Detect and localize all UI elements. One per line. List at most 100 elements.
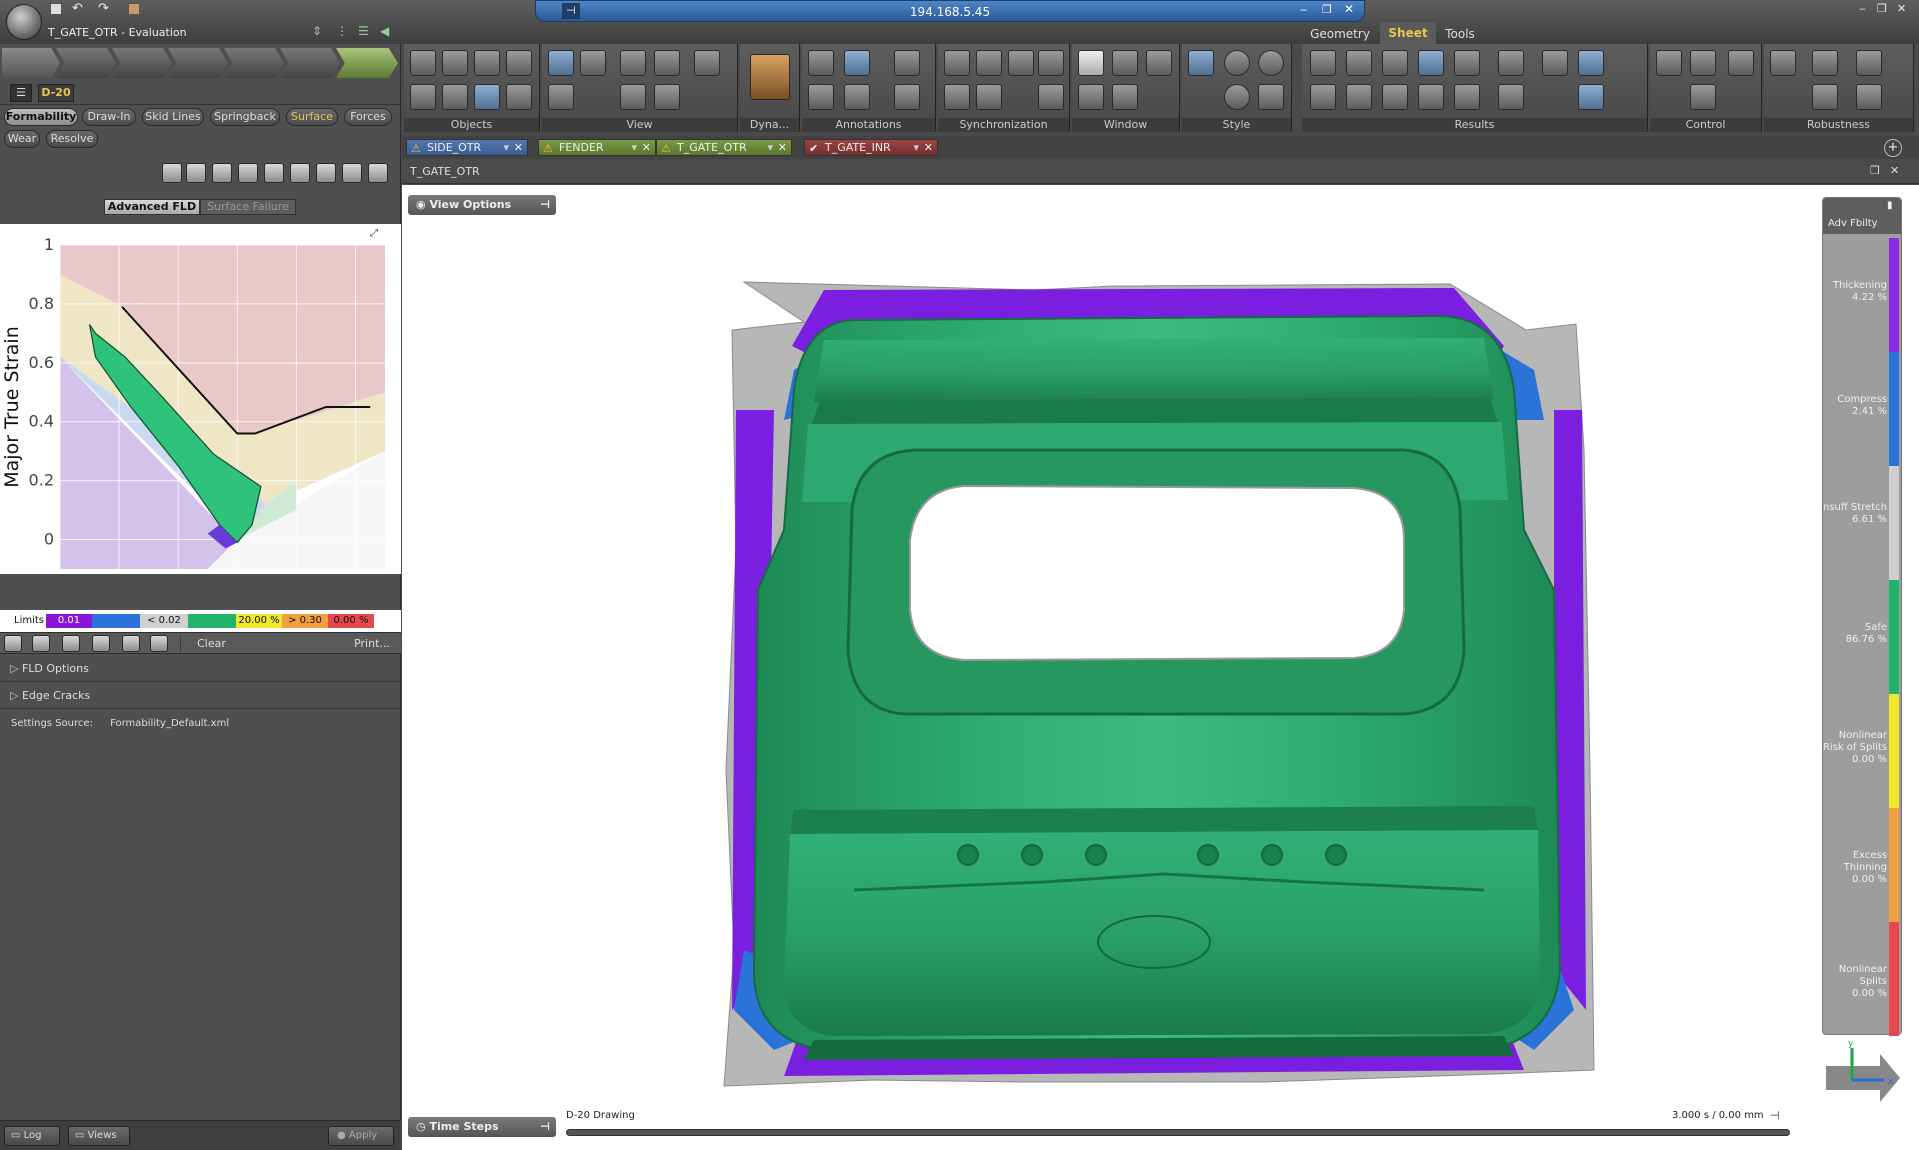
save-icon[interactable]: [50, 3, 62, 15]
part-model[interactable]: [624, 250, 1674, 1110]
control-tool-1[interactable]: [1656, 50, 1682, 76]
window-tool-3[interactable]: [1146, 50, 1172, 76]
minimize-icon[interactable]: ‒: [1300, 3, 1307, 16]
chain-step-1[interactable]: [2, 48, 60, 78]
undo-icon[interactable]: ↶: [72, 1, 83, 16]
view-tool-5[interactable]: [694, 50, 720, 76]
sync-tool-7[interactable]: [1038, 84, 1064, 110]
fld-tool-2-icon[interactable]: [186, 163, 206, 183]
pin-icon[interactable]: ⊣: [540, 1117, 550, 1137]
annot-tool-3[interactable]: [894, 50, 920, 76]
clear-button[interactable]: Clear: [180, 635, 242, 652]
fld-tool-4-icon[interactable]: [238, 163, 258, 183]
close-icon[interactable]: ✕: [1344, 2, 1354, 16]
tab-springback[interactable]: Springback: [210, 108, 280, 126]
dropdown-icon[interactable]: ▾: [503, 140, 509, 155]
ribbon-tab-geometry[interactable]: Geometry: [1302, 24, 1378, 44]
fld-tool-6-icon[interactable]: [290, 163, 310, 183]
time-slider[interactable]: [566, 1129, 1790, 1136]
sub-tab-surface-failure[interactable]: Surface Failure: [200, 199, 296, 215]
apply-button[interactable]: ● Apply: [328, 1126, 394, 1146]
annot-tool-4[interactable]: [808, 84, 834, 110]
tab-draw-in[interactable]: Draw-In: [82, 108, 136, 126]
doc-tab-t-gate-otr[interactable]: ⚠ T_GATE_OTR ▾ ✕: [656, 139, 792, 156]
results-tool-3[interactable]: [1382, 50, 1408, 76]
window-tool-4[interactable]: [1078, 84, 1104, 110]
window-tool-2[interactable]: [1112, 50, 1138, 76]
close-tab-icon[interactable]: ✕: [924, 140, 933, 155]
objects-tool-7[interactable]: [474, 84, 500, 110]
objects-tool-2[interactable]: [442, 50, 468, 76]
ribbon-tab-tools[interactable]: Tools: [1440, 24, 1480, 44]
tab-forces[interactable]: Forces: [344, 108, 392, 126]
fld-chart[interactable]: -0.6-0.4-0.200.20.400.20.40.60.81Minor T…: [0, 224, 401, 574]
dropdown-icon[interactable]: ▾: [631, 140, 637, 155]
limit-insuff-stretch[interactable]: < 0.02: [140, 614, 188, 628]
annot-tool-5[interactable]: [844, 84, 870, 110]
doc-tab-side-otr[interactable]: ⚠ SIDE_OTR ▾ ✕: [406, 139, 528, 156]
sub-tab-advanced-fld[interactable]: Advanced FLD: [104, 199, 200, 215]
limit-splits[interactable]: 0.00 %: [328, 614, 374, 628]
doc-tab-t-gate-inr[interactable]: ✔ T_GATE_INR ▾ ✕: [804, 139, 938, 156]
style-tool-1[interactable]: [1188, 50, 1214, 76]
fld-tool-3-icon[interactable]: [212, 163, 232, 183]
ribbon-tab-sheet[interactable]: Sheet: [1380, 22, 1436, 44]
box-select-icon[interactable]: [122, 635, 140, 652]
chart-expand-icon[interactable]: ⤢: [370, 228, 378, 239]
objects-tool-6[interactable]: [442, 84, 468, 110]
time-steps-button[interactable]: ◷ Time Steps ⊣: [408, 1117, 556, 1137]
results-tool-4[interactable]: [1418, 50, 1444, 76]
panel-collapse-icon[interactable]: ◀: [380, 24, 389, 38]
sync-tool-5[interactable]: [944, 84, 970, 110]
results-tool-12[interactable]: [1418, 84, 1444, 110]
results-tool-1[interactable]: [1310, 50, 1336, 76]
results-tool-8[interactable]: [1578, 50, 1604, 76]
limit-thickening[interactable]: 0.01: [46, 614, 92, 628]
robust-tool-3[interactable]: [1856, 50, 1882, 76]
point-icon[interactable]: [62, 635, 80, 652]
limit-thinning[interactable]: > 0.30: [282, 614, 328, 628]
close-tab-icon[interactable]: ✕: [642, 140, 651, 155]
viewport-close-icon[interactable]: ✕: [1890, 164, 1899, 177]
redo-icon[interactable]: ↷: [98, 1, 109, 16]
view-tool-2[interactable]: [580, 50, 606, 76]
robust-tool-5[interactable]: [1856, 84, 1882, 110]
chain-step-3[interactable]: [112, 48, 172, 78]
results-tool-14[interactable]: [1498, 84, 1524, 110]
results-tool-5[interactable]: [1454, 50, 1480, 76]
sync-tool-6[interactable]: [976, 84, 1002, 110]
list-view-icon[interactable]: ☰: [10, 84, 32, 102]
robust-tool-4[interactable]: [1812, 84, 1838, 110]
control-tool-4[interactable]: [1690, 84, 1716, 110]
stage-tab[interactable]: D-20: [38, 84, 74, 102]
limit-risk[interactable]: 20.00 %: [236, 614, 282, 628]
chain-step-6[interactable]: [280, 48, 340, 78]
chain-step-evaluation[interactable]: [336, 48, 398, 78]
objects-tool-8[interactable]: [506, 84, 532, 110]
close-tab-icon[interactable]: ✕: [778, 140, 787, 155]
control-tool-2[interactable]: [1690, 50, 1716, 76]
add-tab-icon[interactable]: +: [1884, 139, 1902, 157]
viewport-maximize-icon[interactable]: ❐: [1870, 164, 1880, 177]
fld-tool-5-icon[interactable]: [264, 163, 284, 183]
tab-formability[interactable]: Formability: [4, 108, 78, 126]
sync-tool-3[interactable]: [1008, 50, 1034, 76]
pick-icon[interactable]: [32, 635, 50, 652]
objects-tool-4[interactable]: [506, 50, 532, 76]
lasso-icon[interactable]: [150, 635, 168, 652]
fld-options-section[interactable]: ▷ FLD Options: [0, 656, 401, 682]
results-tool-6[interactable]: [1498, 50, 1524, 76]
limit-safe-bar[interactable]: [188, 614, 236, 628]
sync-tool-4[interactable]: [1038, 50, 1064, 76]
chain-step-5[interactable]: [224, 48, 284, 78]
control-tool-3[interactable]: [1728, 50, 1754, 76]
tab-wear[interactable]: Wear: [4, 130, 40, 148]
results-tool-2[interactable]: [1346, 50, 1372, 76]
fld-tool-7-icon[interactable]: [316, 163, 336, 183]
view-tool-3[interactable]: [620, 50, 646, 76]
view-tool-6[interactable]: [548, 84, 574, 110]
sync-tool-2[interactable]: [976, 50, 1002, 76]
views-button[interactable]: ▭ Views: [68, 1126, 130, 1146]
results-tool-9[interactable]: [1310, 84, 1336, 110]
app-minimize-icon[interactable]: ‒: [1859, 2, 1866, 15]
